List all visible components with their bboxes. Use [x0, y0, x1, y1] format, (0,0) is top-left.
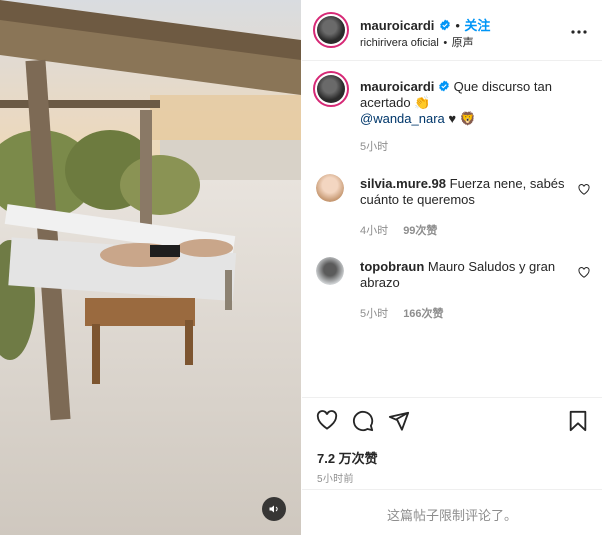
- comment-text: silvia.mure.98 Fuerza nene, sabés cuánto…: [360, 176, 570, 208]
- caption-avatar[interactable]: [313, 71, 349, 107]
- audio-source[interactable]: richirivera oficial: [360, 37, 439, 49]
- comment-like-button[interactable]: [578, 182, 590, 200]
- caption-mention[interactable]: @wanda_nara: [360, 111, 445, 126]
- video-frame-illustration: [0, 0, 301, 535]
- caption-time[interactable]: 5小时: [360, 138, 388, 154]
- commenter-avatar[interactable]: [316, 257, 344, 285]
- like-button[interactable]: [316, 410, 338, 435]
- author-username[interactable]: mauroicardi: [360, 18, 434, 33]
- more-icon: [571, 30, 587, 34]
- verified-icon: [439, 80, 449, 92]
- post-header: mauroicardi • 关注 richirivera oficial • 原…: [302, 0, 602, 60]
- share-button[interactable]: [388, 410, 410, 437]
- separator-dot-small: •: [443, 37, 448, 49]
- commenter-avatar[interactable]: [316, 174, 344, 202]
- comment-meta: 5小时 166次赞: [360, 305, 444, 321]
- heart-icon: [578, 184, 590, 195]
- comment-text: topobraun Mauro Saludos y gran abrazo: [360, 259, 570, 291]
- comment-button[interactable]: [352, 410, 374, 437]
- comment-time[interactable]: 5小时: [360, 308, 388, 320]
- caption-text: mauroicardi Que discurso tan acertado 👏 …: [360, 79, 575, 127]
- comments-limited-notice: 这篇帖子限制评论了。: [386, 508, 517, 523]
- mute-icon: [269, 505, 278, 513]
- heart-icon: [316, 410, 338, 430]
- comment-username[interactable]: silvia.mure.98: [360, 176, 446, 191]
- like-count[interactable]: 7.2 万次赞: [317, 448, 378, 467]
- more-options-button[interactable]: [570, 22, 588, 40]
- comment-likes[interactable]: 166次赞: [403, 308, 443, 320]
- header-divider: [302, 60, 602, 61]
- comment-time[interactable]: 4小时: [360, 225, 388, 237]
- lion-emoji: 🦁: [459, 111, 476, 126]
- mute-toggle[interactable]: [262, 497, 286, 521]
- post-video[interactable]: [0, 0, 301, 535]
- post-timestamp[interactable]: 5小时前: [317, 470, 354, 485]
- follow-button[interactable]: 关注: [464, 18, 490, 33]
- verified-icon: [440, 19, 450, 31]
- comment-username[interactable]: topobraun: [360, 259, 424, 274]
- heart-icon: [578, 267, 590, 278]
- caption-username[interactable]: mauroicardi: [360, 79, 434, 94]
- separator-dot: •: [455, 18, 460, 33]
- heart-emoji: ♥: [448, 111, 457, 126]
- share-icon: [388, 411, 410, 431]
- audio-label[interactable]: 原声: [452, 37, 474, 49]
- comment-meta: 4小时 99次赞: [360, 222, 437, 238]
- comment-likes[interactable]: 99次赞: [403, 225, 437, 237]
- comment-like-button[interactable]: [578, 265, 590, 283]
- comment-icon: [353, 410, 374, 432]
- bookmark-icon: [569, 410, 587, 432]
- footer-divider: [302, 489, 602, 490]
- author-avatar[interactable]: [313, 12, 349, 48]
- clap-emoji: 👏: [414, 95, 431, 110]
- post-side-panel: mauroicardi • 关注 richirivera oficial • 原…: [302, 0, 602, 535]
- save-button[interactable]: [568, 410, 588, 437]
- actions-divider: [302, 397, 602, 398]
